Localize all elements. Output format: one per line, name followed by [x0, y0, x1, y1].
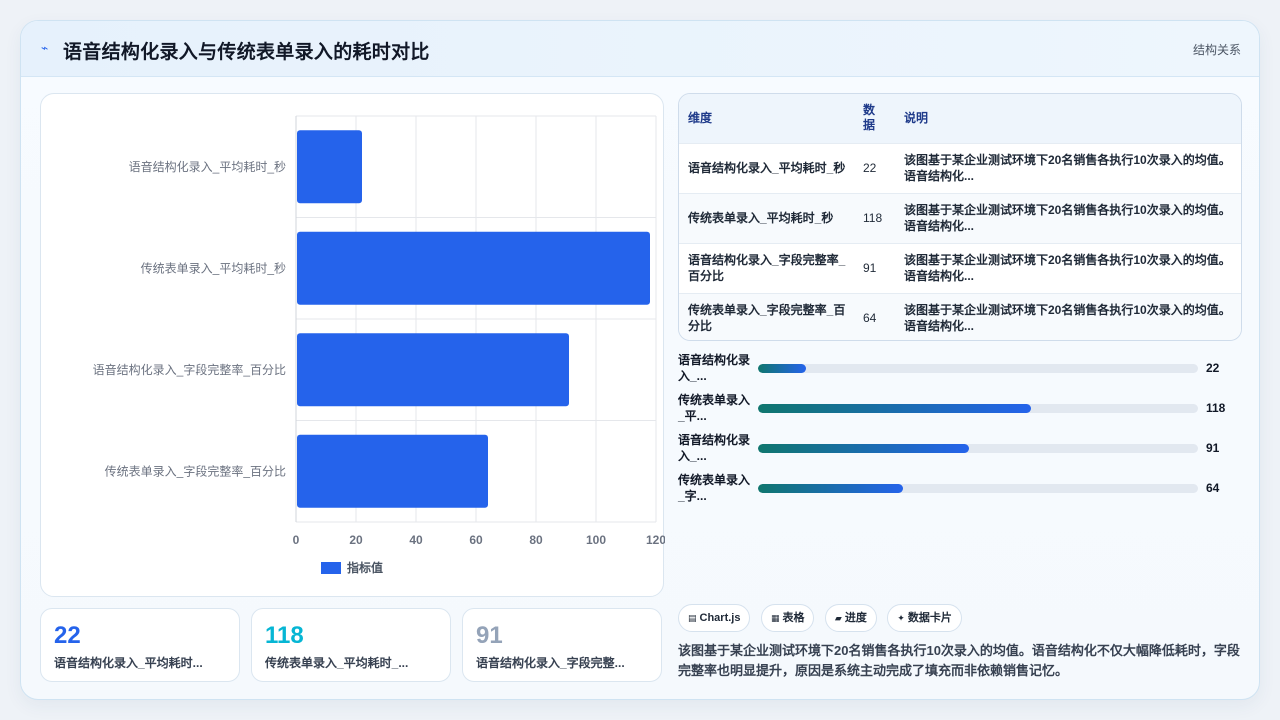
- cell-dimension: 语音结构化录入_字段完整率_百分比: [688, 253, 846, 283]
- progress-label: 语音结构化录入_...: [678, 433, 751, 463]
- cell-dimension: 传统表单录入_平均耗时_秒: [688, 211, 834, 225]
- bar-chart: 0 20 40 60 80 100 120 语音结构化录入_平均耗时_秒传统表单录入_平均耗时…: [93, 115, 665, 575]
- chip-chartjs[interactable]: ▤ Chart.js: [678, 604, 751, 632]
- progress-icon: ▰: [834, 613, 842, 623]
- y-tick-label: 传统表单录入_字段完整率_百分比: [105, 463, 286, 478]
- progress-label: 语音结构化录入_...: [678, 353, 751, 383]
- bar: [297, 231, 650, 305]
- chip-progress[interactable]: ▰ 进度: [824, 604, 877, 632]
- data-table: 维度 数据 说明 语音结构化录入_平均耗时_秒 22 该图基于某企业测试环境下2…: [678, 93, 1242, 341]
- legend-swatch: [321, 562, 341, 574]
- bar: [297, 130, 362, 204]
- y-tick-label: 语音结构化录入_平均耗时_秒: [129, 159, 286, 174]
- table-row: 语音结构化录入_平均耗时_秒 22 该图基于某企业测试环境下20名销售各执行10…: [679, 143, 1241, 193]
- cell-dimension: 传统表单录入_字段完整率_百分比: [688, 303, 846, 334]
- progress-track: [758, 364, 1198, 373]
- stat-card-3: 91 语音结构化录入_字段完整...: [462, 608, 662, 682]
- progress-label: 传统表单录入_字...: [678, 473, 751, 503]
- col-header-dimension: 维度: [688, 110, 713, 125]
- summary-text: 该图基于某企业测试环境下20名销售各执行10次录入的均值。语音结构化不仅大幅降低…: [678, 643, 1240, 678]
- bar: [297, 434, 488, 508]
- progress-track: [758, 404, 1198, 413]
- progress-track: [758, 444, 1198, 453]
- col-header-data-text: 数据: [863, 103, 876, 133]
- progress-fill: [758, 444, 970, 453]
- stat-value: 22: [54, 622, 81, 649]
- tech-chips: ▤ Chart.js ▦ 表格 ▰ 进度 ✦ 数据卡片: [678, 604, 968, 632]
- stat-label: 语音结构化录入_字段完整...: [476, 656, 625, 670]
- stat-value: 118: [265, 622, 304, 649]
- chip-label: 表格: [782, 612, 805, 624]
- progress-row: 语音结构化录入_... 91: [678, 432, 1238, 466]
- cell-description: 该图基于某企业测试环境下20名销售各执行10次录入的均值。语音结构化...: [904, 253, 1231, 283]
- progress-value: 64: [1206, 481, 1220, 495]
- progress-row: 语音结构化录入_... 22: [678, 352, 1238, 386]
- header-tag[interactable]: 结构关系: [1193, 41, 1241, 58]
- chip-label: 数据卡片: [907, 612, 952, 624]
- x-tick-label: 120: [646, 533, 665, 547]
- cell-description: 该图基于某企业测试环境下20名销售各执行10次录入的均值。语音结构化...: [904, 153, 1231, 183]
- header-bar: ⌁ 语音结构化录入与传统表单录入的耗时对比 结构关系: [21, 21, 1259, 77]
- page-title: 语音结构化录入与传统表单录入的耗时对比: [63, 42, 430, 63]
- progress-row: 传统表单录入_平... 118: [678, 392, 1238, 426]
- legend-label: 指标值: [347, 560, 383, 575]
- chip-data-card[interactable]: ✦ 数据卡片: [887, 604, 962, 632]
- progress-label: 传统表单录入_平...: [678, 393, 751, 423]
- cell-value: 64: [863, 311, 877, 326]
- progress-track: [758, 484, 1198, 493]
- table-header-row: 维度 数据 说明: [679, 94, 1241, 143]
- progress-value: 22: [1206, 361, 1220, 375]
- chart-icon: ▤: [688, 613, 697, 623]
- progress-fill: [758, 404, 1031, 413]
- x-tick-label: 100: [586, 533, 606, 547]
- bar-chart-panel: 0 20 40 60 80 100 120 语音结构化录入_平均耗时_秒传统表单录入_平均耗时…: [40, 93, 665, 597]
- table-row: 传统表单录入_字段完整率_百分比 64 该图基于某企业测试环境下20名销售各执行…: [679, 293, 1241, 340]
- stat-label: 语音结构化录入_平均耗时...: [54, 656, 203, 670]
- cell-value: 118: [863, 211, 883, 225]
- bar: [297, 333, 569, 407]
- cell-dimension: 语音结构化录入_平均耗时_秒: [688, 161, 846, 175]
- col-header-description: 说明: [904, 110, 929, 125]
- progress-value: 118: [1206, 401, 1226, 415]
- stat-value: 91: [476, 622, 503, 649]
- y-tick-label: 传统表单录入_平均耗时_秒: [141, 260, 286, 275]
- stat-card-2: 118 传统表单录入_平均耗时_...: [251, 608, 451, 682]
- cell-description: 该图基于某企业测试环境下20名销售各执行10次录入的均值。语音结构化...: [904, 203, 1231, 233]
- x-tick-label: 60: [469, 533, 483, 547]
- x-tick-label: 20: [349, 533, 363, 547]
- table-row: 语音结构化录入_字段完整率_百分比 91 该图基于某企业测试环境下20名销售各执…: [679, 243, 1241, 293]
- card-icon: ✦: [897, 613, 905, 623]
- progress-fill: [758, 364, 807, 373]
- x-tick-label: 80: [529, 533, 543, 547]
- col-header-data: 数据: [854, 94, 895, 143]
- stat-label: 传统表单录入_平均耗时_...: [265, 656, 409, 670]
- chip-table[interactable]: ▦ 表格: [760, 604, 815, 632]
- cell-description: 该图基于某企业测试环境下20名销售各执行10次录入的均值。语音结构化...: [904, 303, 1231, 334]
- stat-card-1: 22 语音结构化录入_平均耗时...: [40, 608, 240, 682]
- cell-value: 22: [863, 161, 877, 175]
- y-tick-label: 语音结构化录入_字段完整率_百分比: [93, 362, 286, 377]
- cell-value: 91: [863, 261, 877, 275]
- table-row: 传统表单录入_平均耗时_秒 118 该图基于某企业测试环境下20名销售各执行10…: [679, 193, 1241, 243]
- dashboard-card: ⌁ 语音结构化录入与传统表单录入的耗时对比 结构关系 0 20 40 60 80 100 1…: [20, 20, 1260, 700]
- chip-label: Chart.js: [699, 612, 741, 624]
- table-icon: ▦: [770, 613, 780, 623]
- progress-row: 传统表单录入_字... 64: [678, 472, 1238, 506]
- x-tick-label: 0: [293, 533, 300, 547]
- progress-value: 91: [1206, 441, 1220, 455]
- progress-fill: [758, 484, 904, 493]
- x-tick-label: 40: [409, 533, 423, 547]
- pulse-icon: ⌁: [41, 41, 49, 55]
- chip-label: 进度: [844, 612, 867, 624]
